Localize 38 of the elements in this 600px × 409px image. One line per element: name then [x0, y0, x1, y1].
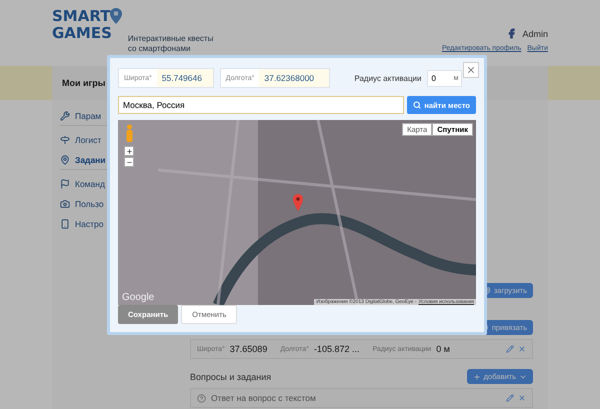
map-logo: Google — [122, 292, 154, 303]
zoom-out-button[interactable] — [124, 157, 134, 167]
logo: SMART GAMES — [52, 8, 112, 42]
longitude-value: -105.872 ... — [314, 344, 360, 354]
close-button[interactable] — [463, 62, 479, 78]
radius-label: Радиус активации — [354, 74, 422, 82]
flag-icon — [60, 179, 70, 189]
question-icon — [197, 394, 206, 402]
plus-icon — [472, 372, 481, 380]
map-pin-icon — [60, 154, 70, 164]
edit-icon[interactable] — [506, 394, 514, 402]
close-icon — [466, 65, 476, 75]
sidebar-item[interactable]: Настро — [60, 214, 172, 234]
search-icon — [413, 101, 422, 109]
user-name: Admin — [522, 28, 548, 38]
radius-value: 0 м — [436, 344, 450, 354]
camera-icon — [60, 199, 70, 209]
plus-icon — [126, 148, 132, 154]
tagline: Интерактивные квесты со смартфонами — [128, 34, 214, 54]
task-label: Ответ на вопрос с текстом — [211, 393, 316, 403]
page-title: Мои игры — [62, 78, 106, 88]
delete-icon[interactable] — [518, 394, 526, 402]
location-marker-icon[interactable] — [293, 194, 303, 211]
delete-icon[interactable] — [518, 345, 526, 353]
wrench-icon — [60, 110, 70, 120]
map-pin-icon — [110, 8, 122, 24]
sidebar-item[interactable]: Пользо — [60, 194, 172, 214]
facebook-icon[interactable] — [506, 28, 518, 39]
zoom-in-button[interactable] — [124, 146, 134, 156]
smartphone-icon — [60, 219, 70, 229]
search-field[interactable]: Москва, Россия — [118, 96, 404, 114]
signpost-icon — [60, 135, 70, 145]
task-row[interactable]: Ответ на вопрос с текстом — [190, 388, 533, 408]
sidebar-item[interactable]: Команд — [60, 174, 172, 194]
edit-icon[interactable] — [506, 345, 514, 353]
latitude-value: 37.65089 — [230, 344, 268, 354]
section-title: Вопросы и задания — [190, 372, 272, 382]
sidebar-item[interactable]: Логист — [60, 130, 172, 150]
